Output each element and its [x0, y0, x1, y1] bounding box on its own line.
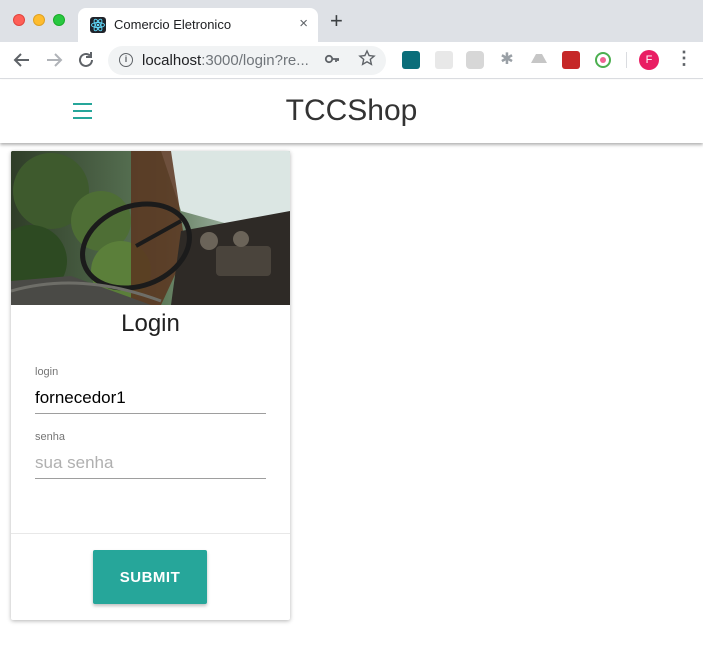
maximize-window-button[interactable] [53, 14, 65, 26]
password-label: senha [35, 431, 65, 443]
browser-menu-icon[interactable]: ⋮ [675, 48, 693, 69]
tab-close-icon[interactable]: × [299, 15, 308, 32]
close-window-button[interactable] [13, 14, 25, 26]
password-input[interactable] [35, 447, 266, 479]
browser-toolbar: i localhost:3000/login?re... ✱ F ⋮ [0, 42, 703, 79]
extension-document-icon[interactable] [435, 51, 453, 69]
extension-red-icon[interactable] [562, 51, 580, 69]
extension-wave-icon[interactable] [402, 51, 420, 69]
card-divider [11, 533, 290, 534]
new-tab-button[interactable]: + [330, 10, 343, 32]
extension-drive-icon[interactable] [530, 51, 548, 69]
login-heading: Login [121, 310, 180, 337]
extension-circle-icon[interactable] [594, 51, 612, 69]
profile-avatar[interactable]: F [639, 50, 659, 70]
extension-asterisk-icon[interactable]: ✱ [498, 51, 516, 69]
app-header: TCCShop [0, 80, 703, 143]
app-title: TCCShop [285, 94, 418, 127]
url-path: :3000/login?re... [201, 52, 309, 69]
browser-tabstrip: Comercio Eletronico × + [0, 0, 703, 42]
site-info-icon[interactable]: i [119, 53, 133, 67]
extension-cube-icon[interactable] [466, 51, 484, 69]
url-host: localhost [142, 52, 202, 69]
forward-arrow-icon[interactable] [43, 49, 65, 71]
minimize-window-button[interactable] [33, 14, 45, 26]
url-text[interactable]: localhost:3000/login?re... [142, 52, 309, 69]
submit-button[interactable]: SUBMIT [93, 550, 207, 604]
browser-tab-active[interactable]: Comercio Eletronico × [78, 8, 318, 42]
login-input[interactable] [35, 382, 266, 414]
address-bar[interactable]: i localhost:3000/login?re... [108, 46, 386, 75]
card-header-image [11, 151, 290, 305]
tab-title: Comercio Eletronico [114, 17, 232, 32]
back-arrow-icon[interactable] [11, 49, 33, 71]
key-icon[interactable] [324, 51, 340, 70]
react-favicon-icon [90, 17, 106, 33]
login-label: login [35, 366, 59, 378]
reload-icon[interactable] [75, 49, 97, 71]
password-field: senha [35, 431, 266, 479]
login-card: Login login senha SUBMIT [11, 151, 290, 620]
login-field: login [35, 366, 266, 414]
bookmark-star-icon[interactable] [358, 49, 376, 72]
toolbar-separator [626, 52, 627, 68]
